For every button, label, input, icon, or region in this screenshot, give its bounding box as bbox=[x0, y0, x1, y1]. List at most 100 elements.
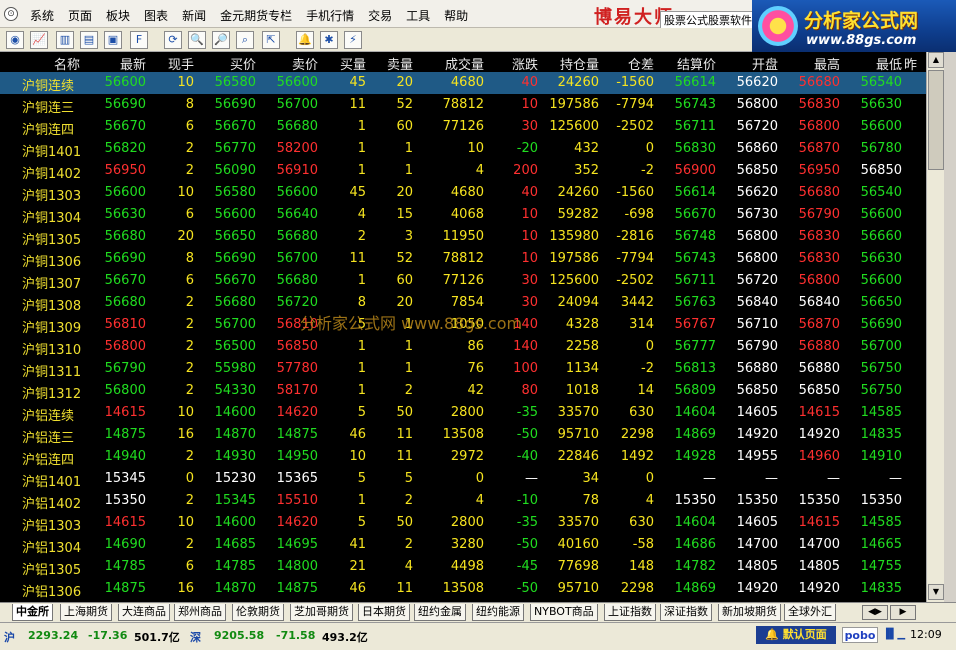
vertical-scrollbar[interactable]: ▲ ▼ bbox=[926, 52, 944, 602]
cell: 14585 bbox=[860, 405, 902, 420]
window-icon[interactable]: ▣ bbox=[104, 31, 122, 49]
tab-market[interactable]: 芝加哥期货 bbox=[290, 604, 353, 621]
menu-item[interactable]: 图表 bbox=[144, 7, 168, 24]
table-row[interactable]: 沪铜1305 56680 20 56650 56680 2 3 11950 10 135980 -2… bbox=[0, 226, 926, 248]
table-row[interactable]: 沪铜1312 56800 2 54330 58170 1 2 42 80 1018 14 56809 5… bbox=[0, 380, 926, 402]
cell: 14928 bbox=[674, 449, 716, 464]
table-row[interactable]: 沪铜连续 56600 10 56580 56600 45 20 4680 40 24260 -156… bbox=[0, 72, 926, 94]
cell: 14700 bbox=[736, 537, 778, 552]
column-header[interactable]: 持仓量 bbox=[560, 54, 599, 73]
tab-market[interactable]: 上证指数 bbox=[604, 604, 656, 621]
tab-market[interactable]: 上海期货 bbox=[60, 604, 112, 621]
table-row[interactable]: 沪铝连四 14940 2 14930 14950 10 11 2972 -40 22846 1492… bbox=[0, 446, 926, 468]
table-row[interactable]: 沪铝1401 15345 0 15230 15365 5 5 0 — 34 0 — — — — bbox=[0, 468, 926, 490]
table-row[interactable]: 沪铝1306 14875 16 14870 14875 46 11 13508 -50 95710… bbox=[0, 578, 926, 600]
zoom-in-icon[interactable]: 🔍 bbox=[188, 31, 206, 49]
cell: 58170 bbox=[276, 383, 318, 398]
cell: 50 bbox=[396, 515, 413, 530]
tab-market[interactable]: 中金所 bbox=[12, 604, 53, 621]
column-header[interactable]: 成交量 bbox=[445, 54, 484, 73]
tab-market[interactable]: 全球外汇 bbox=[784, 604, 836, 621]
menu-item[interactable]: 金元期货专栏 bbox=[220, 7, 292, 24]
alarm-icon[interactable]: 🔔 bbox=[296, 31, 314, 49]
contract-name: 沪铝连四 bbox=[22, 453, 75, 468]
export-icon[interactable]: ⇱ bbox=[262, 31, 280, 49]
table-row[interactable]: 沪铝1303 14615 10 14600 14620 5 50 2800 -35 33570 63… bbox=[0, 512, 926, 534]
cell: 56810 bbox=[104, 317, 146, 332]
chart-search-icon[interactable]: ⌕ bbox=[236, 31, 254, 49]
table-row[interactable]: 沪铜1310 56800 2 56500 56850 1 1 86 140 2258 0 56777 5… bbox=[0, 336, 926, 358]
table-row[interactable]: 沪铜1311 56790 2 55980 57780 1 1 76 100 1134 -2 56813… bbox=[0, 358, 926, 380]
table-row[interactable]: 沪铝1402 15350 2 15345 15510 1 2 4 -10 78 4 15350 1535… bbox=[0, 490, 926, 512]
table-row[interactable]: 沪铜1303 56600 10 56580 56600 45 20 4680 40 24260 -1… bbox=[0, 182, 926, 204]
column-header[interactable]: 卖价 bbox=[292, 54, 318, 73]
column-header[interactable]: 开盘 bbox=[752, 54, 778, 73]
cell: 56900 bbox=[674, 163, 716, 178]
settings-icon[interactable]: ✱ bbox=[320, 31, 338, 49]
table-row[interactable]: 沪铜1402 56950 2 56090 56910 1 1 4 200 352 -2 56900 56… bbox=[0, 160, 926, 182]
table-row[interactable]: 沪铜连三 56690 8 56690 56700 11 52 78812 10 197586 -77… bbox=[0, 94, 926, 116]
table-row[interactable]: 沪铜1306 56690 8 56690 56700 11 52 78812 10 197586 -… bbox=[0, 248, 926, 270]
table-row[interactable]: 沪铝1305 14785 6 14785 14800 21 4 4498 -45 77698 148… bbox=[0, 556, 926, 578]
column-header[interactable]: 涨跌 bbox=[512, 54, 538, 73]
column-header[interactable]: 现手 bbox=[168, 54, 194, 73]
tab-market[interactable]: NYBOT商品 bbox=[530, 604, 598, 621]
circle-menu-icon[interactable]: ◉ bbox=[6, 31, 24, 49]
cell: 14604 bbox=[674, 515, 716, 530]
tab-scroll-left-icon[interactable]: ◀▶ bbox=[862, 605, 888, 620]
zoom-out-icon[interactable]: 🔎 bbox=[212, 31, 230, 49]
bar-chart-icon[interactable]: ▥ bbox=[56, 31, 74, 49]
tab-market[interactable]: 深证指数 bbox=[660, 604, 712, 621]
column-header[interactable]: 结算价 bbox=[677, 54, 716, 73]
lightning-icon[interactable]: ⚡ bbox=[344, 31, 362, 49]
menu-item[interactable]: 工具 bbox=[406, 7, 430, 24]
table-icon[interactable]: ▤ bbox=[80, 31, 98, 49]
column-header[interactable]: 昨 bbox=[904, 54, 917, 73]
f10-icon[interactable]: F bbox=[130, 31, 148, 49]
line-chart-icon[interactable]: 📈 bbox=[30, 31, 48, 49]
tab-market[interactable]: 伦敦期货 bbox=[232, 604, 284, 621]
menu-item[interactable]: 系统 bbox=[30, 7, 54, 24]
column-header[interactable]: 买价 bbox=[230, 54, 256, 73]
tab-market[interactable]: 郑州商品 bbox=[174, 604, 226, 621]
tab-market[interactable]: 新加坡期货 bbox=[718, 604, 781, 621]
column-header[interactable]: 仓差 bbox=[628, 54, 654, 73]
column-header[interactable]: 最低 bbox=[876, 54, 902, 73]
column-header[interactable]: 最高 bbox=[814, 54, 840, 73]
tab-market[interactable]: 纽约金属 bbox=[414, 604, 466, 621]
tab-market[interactable]: 大连商品 bbox=[118, 604, 170, 621]
cell: 2 bbox=[185, 141, 194, 156]
system-menu-icon[interactable]: ⊙ bbox=[4, 7, 18, 21]
menu-item[interactable]: 交易 bbox=[368, 7, 392, 24]
table-row[interactable]: 沪铜1401 56820 2 56770 58200 1 1 10 -20 432 0 56830 56… bbox=[0, 138, 926, 160]
scroll-up-icon[interactable]: ▲ bbox=[928, 52, 944, 68]
scroll-down-icon[interactable]: ▼ bbox=[928, 584, 944, 600]
cell: 56830 bbox=[798, 97, 840, 112]
scroll-thumb[interactable] bbox=[928, 70, 944, 170]
tab-market[interactable]: 日本期货 bbox=[358, 604, 410, 621]
menu-item[interactable]: 手机行情 bbox=[306, 7, 354, 24]
column-header[interactable]: 买量 bbox=[340, 54, 366, 73]
table-row[interactable]: 沪铝1304 14690 2 14685 14695 41 2 3280 -50 40160 -58… bbox=[0, 534, 926, 556]
cell: 148 bbox=[629, 559, 654, 574]
column-header[interactable]: 名称 bbox=[54, 54, 80, 73]
menu-item[interactable]: 帮助 bbox=[444, 7, 468, 24]
table-row[interactable]: 沪铜1304 56630 6 56600 56640 4 15 4068 10 59282 -698… bbox=[0, 204, 926, 226]
tab-market[interactable]: 纽约能源 bbox=[472, 604, 524, 621]
cell: 14605 bbox=[736, 405, 778, 420]
menu-item[interactable]: 页面 bbox=[68, 7, 92, 24]
cell: 14615 bbox=[104, 405, 146, 420]
table-row[interactable]: 沪铜1307 56670 6 56670 56680 1 60 77126 30 125600 -2… bbox=[0, 270, 926, 292]
refresh-icon[interactable]: ⟳ bbox=[164, 31, 182, 49]
table-row[interactable]: 沪铜连四 56670 6 56670 56680 1 60 77126 30 125600 -250… bbox=[0, 116, 926, 138]
default-page-button[interactable]: 🔔 默认页面 bbox=[756, 626, 836, 644]
menu-item[interactable]: 新闻 bbox=[182, 7, 206, 24]
column-header[interactable]: 卖量 bbox=[387, 54, 413, 73]
table-row[interactable]: 沪铝连三 14875 16 14870 14875 46 11 13508 -50 95710 22… bbox=[0, 424, 926, 446]
cell: 56630 bbox=[860, 97, 902, 112]
menu-item[interactable]: 板块 bbox=[106, 7, 130, 24]
tab-scroll-right-icon[interactable]: ▶ bbox=[890, 605, 916, 620]
column-header[interactable]: 最新 bbox=[120, 54, 146, 73]
table-row[interactable]: 沪铝连续 14615 10 14600 14620 5 50 2800 -35 33570 630 1… bbox=[0, 402, 926, 424]
cell: 352 bbox=[574, 163, 599, 178]
